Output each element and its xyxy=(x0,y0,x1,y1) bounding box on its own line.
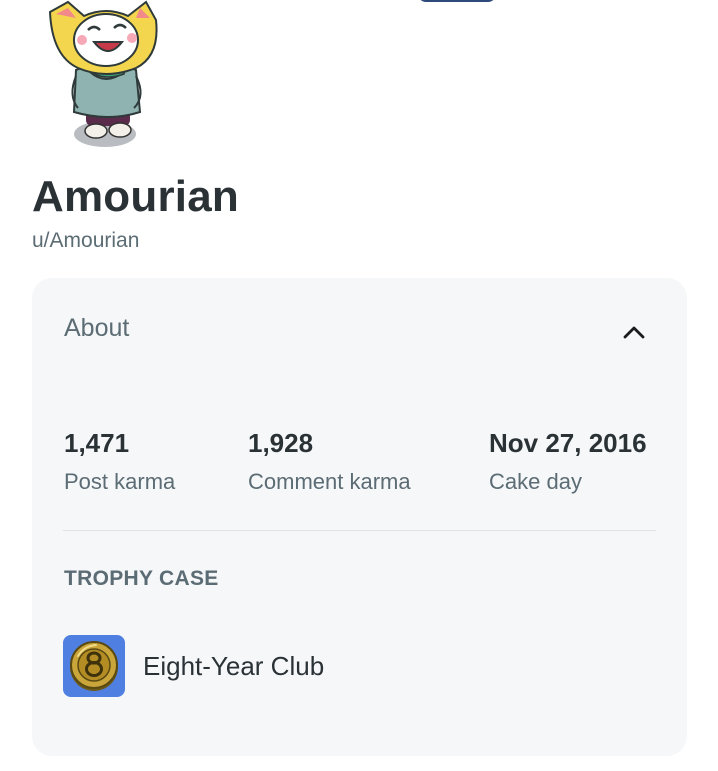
trophy-name: Eight-Year Club xyxy=(143,650,325,681)
avatar-illustration xyxy=(48,0,158,147)
stat-label: Comment karma xyxy=(248,469,411,494)
stat-cake-day: Nov 27, 2016 Cake day xyxy=(489,428,647,495)
stat-label: Post karma xyxy=(64,469,176,494)
stat-value: 1,928 xyxy=(248,428,314,458)
divider xyxy=(63,530,656,531)
stat-post-karma: 1,471 Post karma xyxy=(64,428,175,495)
top-toolbar-edge xyxy=(418,0,718,2)
top-action-button[interactable] xyxy=(418,0,496,2)
avatar[interactable] xyxy=(28,0,168,155)
about-title: About xyxy=(64,314,130,342)
stat-value: 1,471 xyxy=(64,428,130,458)
profile-username: u/Amourian xyxy=(32,229,140,252)
chevron-up-icon xyxy=(623,326,645,339)
collapse-about-button[interactable] xyxy=(616,314,652,350)
stat-comment-karma: 1,928 Comment karma xyxy=(248,428,411,495)
profile-display-name: Amourian xyxy=(32,172,239,221)
trophy-case-heading: TROPHY CASE xyxy=(64,567,219,590)
profile-page: Amourian u/Amourian About 1,471 Post kar… xyxy=(0,0,718,771)
stat-label: Cake day xyxy=(489,469,582,494)
trophy-item[interactable]: Eight-Year Club xyxy=(63,635,324,697)
about-card: About 1,471 Post karma 1,928 Comment kar… xyxy=(32,278,687,756)
eight-year-club-coin-icon xyxy=(63,635,125,697)
stat-value: Nov 27, 2016 xyxy=(489,428,647,458)
